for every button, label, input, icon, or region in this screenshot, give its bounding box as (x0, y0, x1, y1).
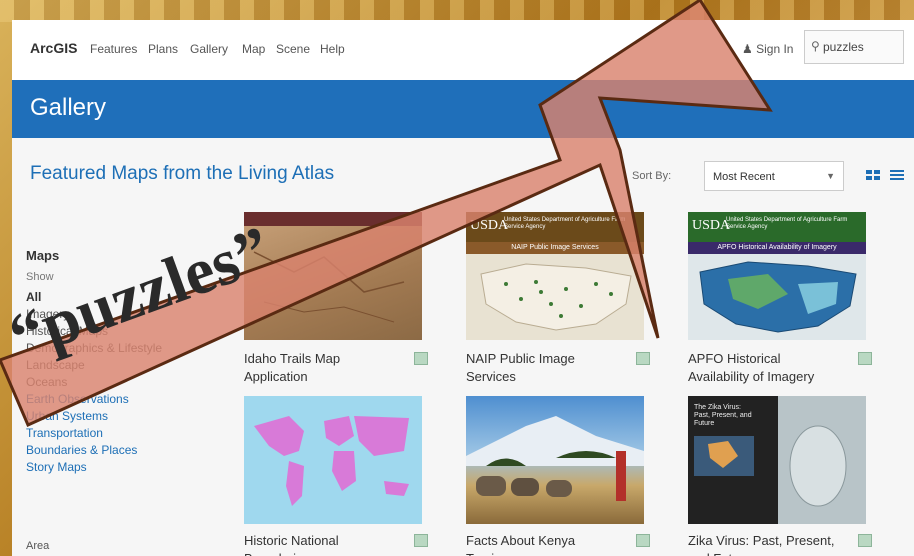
filter-imagery[interactable]: Imagery (26, 306, 196, 323)
card-title-naip[interactable]: NAIP Public Image Services (466, 350, 616, 386)
sidebar-area-label: Area (26, 540, 50, 552)
elephants-photo (466, 416, 644, 501)
sign-in-link[interactable]: ♟ Sign In (742, 42, 793, 56)
card-thumbnail-apfo[interactable]: USDA United States Department of Agricul… (688, 212, 866, 340)
card-thumbnail-naip[interactable]: USDA United States Department of Agricul… (466, 212, 644, 340)
filter-all[interactable]: All (26, 289, 196, 306)
card-thumbnail-zika[interactable]: The Zika Virus: Past, Present, and Futur… (688, 396, 866, 524)
trail-map-thumbnail (244, 212, 422, 323)
nav-link-map[interactable]: Map (242, 42, 265, 56)
world-map-thumbnail (254, 416, 409, 506)
us-availability-map (699, 261, 857, 333)
card-title-kenya[interactable]: Facts About Kenya Tourism (466, 532, 616, 556)
nav-link-plans[interactable]: Plans (148, 42, 178, 56)
list-view-icon[interactable] (888, 166, 906, 184)
usda-header: USDA United States Department of Agricul… (688, 212, 866, 242)
sign-in-label: Sign In (756, 42, 794, 56)
card-thumbnail-boundaries[interactable] (244, 396, 422, 524)
page-title: Gallery (30, 94, 107, 121)
story-map-icon (636, 534, 650, 547)
filter-oceans[interactable]: Oceans (26, 374, 196, 391)
filter-urban-systems[interactable]: Urban Systems (26, 408, 196, 425)
filter-boundaries-places[interactable]: Boundaries & Places (26, 442, 196, 459)
filter-sidebar: Maps Show All Imagery Historical Maps De… (26, 248, 196, 476)
browser-page: ArcGIS Features Plans Gallery Map Scene … (12, 20, 914, 556)
map-icon (414, 534, 428, 547)
us-points-map (480, 263, 632, 331)
nav-link-gallery[interactable]: Gallery (190, 42, 228, 56)
search-icon: ⚲ (811, 39, 820, 53)
filter-transportation[interactable]: Transportation (26, 425, 196, 442)
gallery-banner: Gallery (12, 80, 914, 138)
slide-decoration (0, 0, 914, 22)
usda-header: USDA United States Department of Agricul… (466, 212, 644, 242)
section-title: Featured Maps from the Living Atlas (30, 163, 335, 184)
usda-logo: USDA (692, 218, 731, 233)
usda-logo: USDA (470, 218, 509, 233)
nav-link-features[interactable]: Features (90, 42, 137, 56)
nav-link-help[interactable]: Help (320, 42, 345, 56)
card-title-idaho[interactable]: Idaho Trails Map Application (244, 350, 394, 386)
nav-link-scene[interactable]: Scene (276, 42, 310, 56)
apfo-title-strip: APFO Historical Availability of Imagery (688, 242, 866, 254)
map-service-icon (636, 352, 650, 365)
filter-story-maps[interactable]: Story Maps (26, 459, 196, 476)
card-thumbnail-idaho[interactable] (244, 212, 422, 340)
sidebar-show-label: Show (26, 271, 54, 283)
filter-historical-maps[interactable]: Historical Maps (26, 323, 196, 340)
card-title-boundaries[interactable]: Historic National Boundaries (244, 532, 394, 556)
sort-select[interactable]: Most Recent ▼ (704, 161, 844, 191)
naip-title-strip: NAIP Public Image Services (466, 242, 644, 254)
card-thumbnail-kenya[interactable] (466, 396, 644, 524)
web-app-icon (414, 352, 428, 365)
search-input[interactable]: ⚲ puzzles (804, 30, 904, 64)
sort-label: Sort By: (632, 170, 672, 182)
zika-map-photo (694, 396, 866, 524)
search-value: puzzles (823, 40, 864, 54)
chevron-down-icon: ▼ (826, 171, 835, 181)
filter-landscape[interactable]: Landscape (26, 357, 196, 374)
usda-agency-text: United States Department of Agriculture … (726, 217, 848, 230)
grid-view-icon[interactable] (864, 166, 882, 184)
map-service-icon (858, 352, 872, 365)
story-map-icon (858, 534, 872, 547)
arcgis-logo[interactable]: ArcGIS (30, 40, 77, 56)
sidebar-heading: Maps (26, 248, 60, 263)
card-title-apfo[interactable]: APFO Historical Availability of Imagery (688, 350, 838, 386)
top-navigation: ArcGIS Features Plans Gallery Map Scene … (12, 20, 914, 81)
user-icon: ♟ (742, 42, 753, 56)
usda-agency-text: United States Department of Agriculture … (504, 217, 626, 230)
sort-value: Most Recent (713, 171, 775, 183)
filter-demographics[interactable]: Demographics & Lifestyle (26, 340, 196, 357)
filter-earth-observations[interactable]: Earth Observations (26, 391, 196, 408)
card-title-zika[interactable]: Zika Virus: Past, Present, and Future (688, 532, 838, 556)
